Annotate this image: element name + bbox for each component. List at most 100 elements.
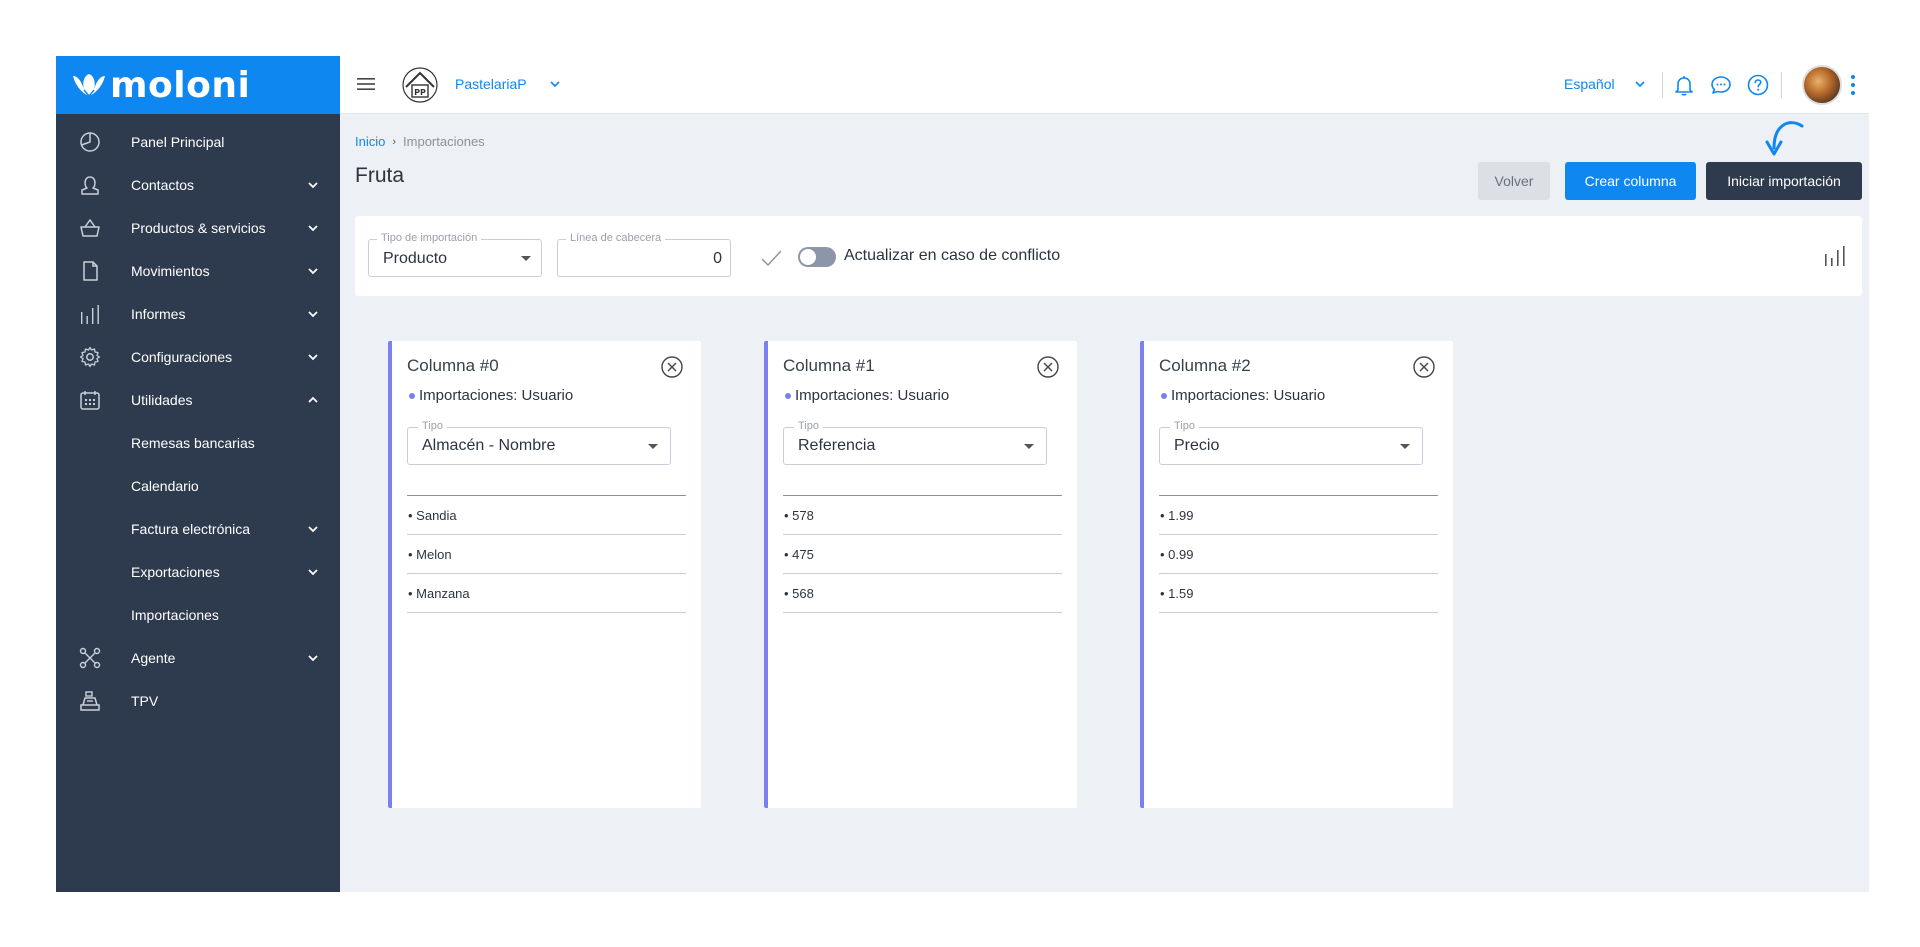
sidebar-item-importaciones[interactable]: Importaciones — [56, 595, 340, 635]
user-avatar[interactable] — [1802, 65, 1842, 105]
caret-down-icon — [1400, 444, 1410, 449]
create-column-button[interactable]: Crear columna — [1565, 162, 1696, 200]
bar-chart-icon — [78, 302, 102, 326]
chevron-up-icon[interactable] — [306, 393, 320, 407]
sidebar-item-label: Factura electrónica — [131, 521, 251, 537]
chevron-down-icon[interactable] — [306, 264, 320, 278]
list-item: • Melon — [407, 535, 686, 574]
sidebar: moloni Panel Principal Contactos Productos… — [56, 56, 340, 892]
column-origin: Importaciones: Usuario — [785, 387, 949, 404]
sidebar-item-movimientos[interactable]: Movimientos — [56, 251, 340, 291]
column-values-list: • 578 • 475 • 568 — [783, 495, 1062, 613]
gear-icon — [78, 345, 102, 369]
column-origin-label: Importaciones: Usuario — [1171, 387, 1326, 404]
messages-button[interactable] — [1707, 71, 1735, 99]
close-circle-icon[interactable] — [1412, 355, 1436, 379]
chat-bubble-icon — [1711, 76, 1731, 94]
document-icon — [78, 259, 102, 283]
back-button[interactable]: Volver — [1478, 162, 1550, 200]
curved-arrow-icon — [1765, 121, 1804, 156]
sidebar-item-label: Configuraciones — [131, 349, 233, 365]
bar-chart-icon[interactable] — [1823, 244, 1847, 268]
chevron-down-icon[interactable] — [306, 178, 320, 192]
notifications-button[interactable] — [1670, 71, 1698, 99]
sidebar-item-productos-servicios[interactable]: Productos & servicios — [56, 208, 340, 248]
column-card: Columna #2 Importaciones: Usuario Tipo Prec… — [1140, 341, 1453, 808]
caret-down-icon — [648, 444, 658, 449]
pie-chart-icon — [78, 130, 102, 154]
close-circle-icon[interactable] — [660, 355, 684, 379]
sidebar-item-informes[interactable]: Informes — [56, 294, 340, 334]
sidebar-item-calendario[interactable]: Calendario — [56, 466, 340, 506]
logo-bar[interactable]: moloni — [56, 56, 340, 114]
sidebar-item-utilidades[interactable]: Utilidades — [56, 380, 340, 420]
list-item: • 1.59 — [1159, 574, 1438, 613]
sidebar-item-label: Panel Principal — [131, 134, 225, 150]
sidebar-item-agente[interactable]: Agente — [56, 638, 340, 678]
breadcrumb-home-link[interactable]: Inicio — [355, 134, 385, 149]
header-line-value: 0 — [713, 250, 722, 267]
company-name[interactable]: PastelariaP — [455, 76, 527, 92]
breadcrumb: Inicio › Importaciones — [355, 134, 485, 149]
breadcrumb-current: Importaciones — [403, 134, 485, 149]
page-title: Fruta — [355, 164, 405, 187]
basket-icon — [78, 216, 102, 240]
brand-name: moloni — [110, 64, 251, 106]
list-item: • 578 — [783, 496, 1062, 535]
company-logo[interactable]: PP — [400, 65, 440, 105]
column-title: Columna #0 — [407, 356, 499, 375]
close-circle-icon[interactable] — [1036, 355, 1060, 379]
sidebar-item-contactos[interactable]: Contactos — [56, 165, 340, 205]
caret-down-icon — [521, 256, 531, 261]
chevron-down-icon[interactable] — [306, 350, 320, 364]
chevron-down-icon[interactable] — [306, 522, 320, 536]
column-origin: Importaciones: Usuario — [1161, 387, 1325, 404]
sidebar-item-remesas-bancarias[interactable]: Remesas bancarias — [56, 423, 340, 463]
help-circle-icon — [1747, 74, 1769, 96]
column-type-select[interactable]: Tipo Precio — [1159, 420, 1423, 465]
toggle-knob — [800, 249, 816, 265]
column-type-label: Tipo — [418, 420, 447, 432]
chevron-down-icon[interactable] — [548, 77, 562, 91]
column-type-select[interactable]: Tipo Almacén - Nombre — [407, 420, 671, 465]
column-type-value: Almacén - Nombre — [422, 437, 556, 454]
start-import-button[interactable]: Iniciar importación — [1706, 162, 1862, 200]
sidebar-item-label: Remesas bancarias — [131, 435, 255, 451]
list-item: • Manzana — [407, 574, 686, 613]
chevron-down-icon[interactable] — [1633, 77, 1647, 91]
sidebar-item-exportaciones[interactable]: Exportaciones — [56, 552, 340, 592]
chevron-down-icon[interactable] — [306, 221, 320, 235]
column-type-label: Tipo — [794, 420, 823, 432]
column-type-value: Precio — [1174, 437, 1220, 454]
sidebar-item-factura-electr-nica[interactable]: Factura electrónica — [56, 509, 340, 549]
sidebar-item-label: Calendario — [131, 478, 199, 494]
language-selector[interactable]: Español — [1564, 76, 1615, 92]
import-type-select[interactable]: Tipo de importación Producto — [368, 232, 542, 277]
hamburger-menu-icon[interactable] — [357, 75, 375, 93]
cash-register-icon — [78, 689, 102, 713]
chevron-down-icon[interactable] — [306, 651, 320, 665]
bell-icon — [1675, 76, 1693, 96]
topbar: PP PastelariaP Español — [340, 56, 1869, 114]
sidebar-item-label: Contactos — [131, 177, 195, 193]
header-line-label: Línea de cabecera — [566, 232, 666, 244]
origin-dot-icon — [409, 392, 415, 399]
help-button[interactable] — [1744, 71, 1772, 99]
chevron-down-icon[interactable] — [306, 307, 320, 321]
column-values-list: • 1.99 • 0.99 • 1.59 — [1159, 495, 1438, 613]
import-type-label: Tipo de importación — [377, 232, 482, 244]
sidebar-item-tpv[interactable]: TPV — [56, 681, 340, 721]
update-on-conflict-toggle[interactable] — [798, 247, 836, 267]
list-item: • 475 — [783, 535, 1062, 574]
column-type-select[interactable]: Tipo Referencia — [783, 420, 1047, 465]
sidebar-item-panel-principal[interactable]: Panel Principal — [56, 122, 340, 162]
sidebar-item-configuraciones[interactable]: Configuraciones — [56, 337, 340, 377]
header-line-input[interactable]: Línea de cabecera 0 — [557, 232, 731, 277]
calendar-grid-icon — [78, 388, 102, 412]
column-type-label: Tipo — [1170, 420, 1199, 432]
divider — [1781, 72, 1782, 98]
sidebar-item-label: Movimientos — [131, 263, 210, 279]
more-vertical-icon[interactable] — [1846, 71, 1860, 99]
list-item: • 1.99 — [1159, 496, 1438, 535]
chevron-down-icon[interactable] — [306, 565, 320, 579]
